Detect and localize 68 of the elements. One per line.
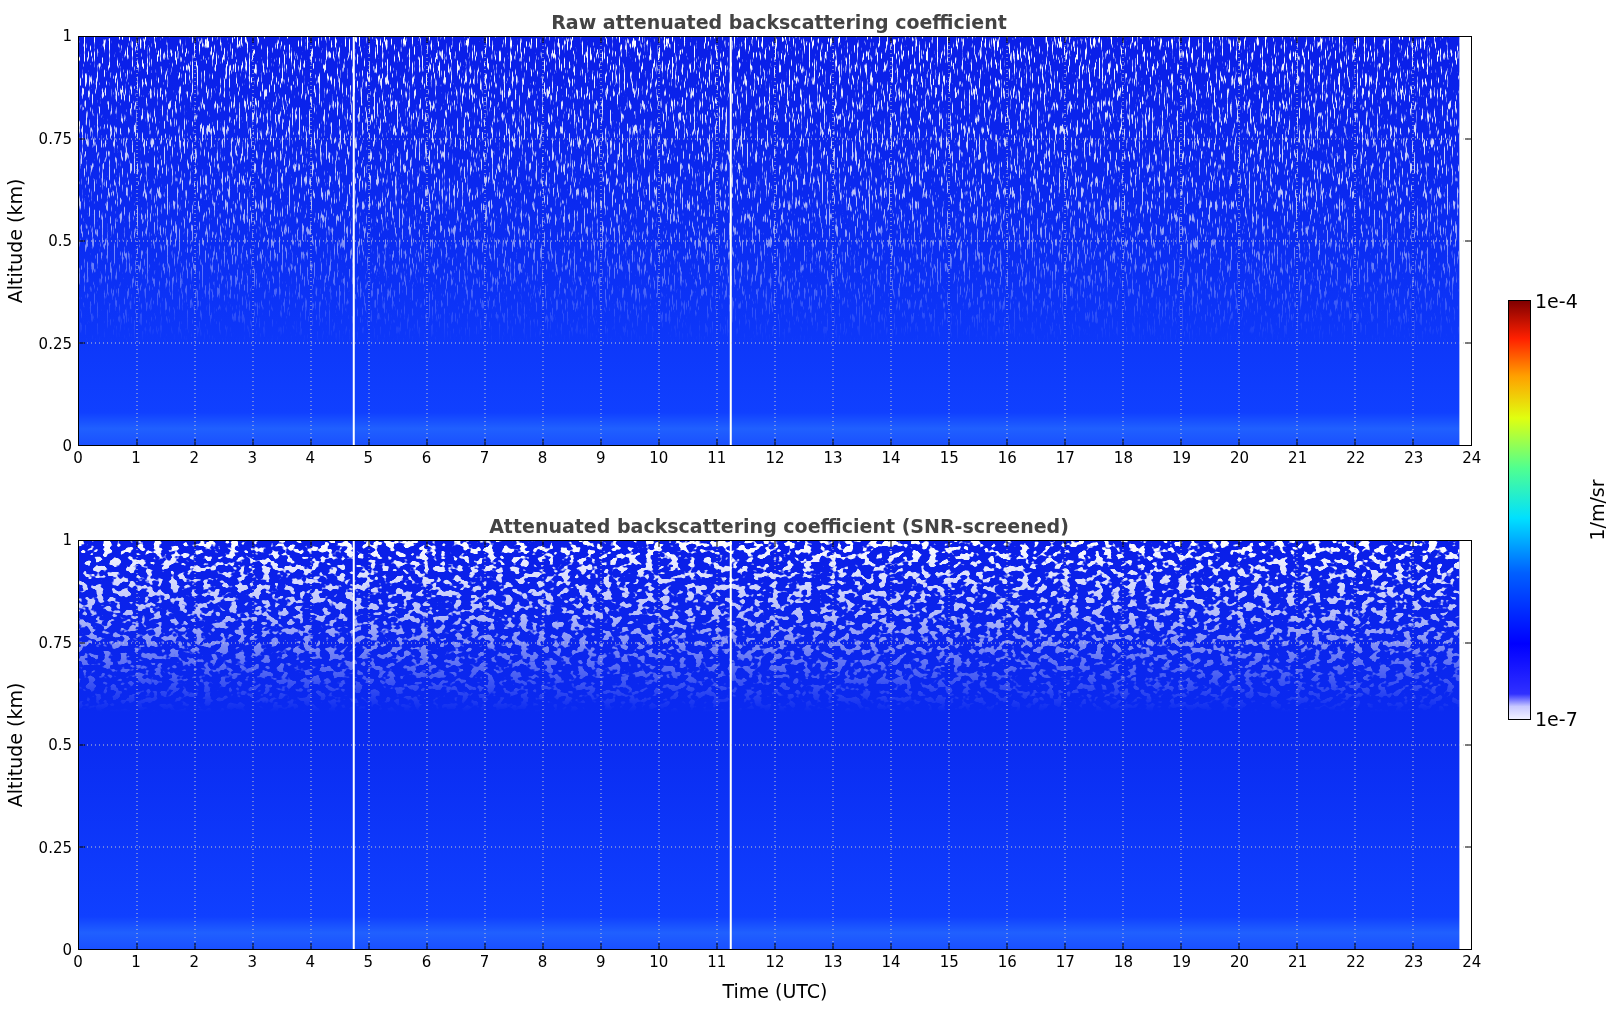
tick-label: 4 bbox=[304, 953, 317, 971]
tick-label: 12 bbox=[764, 953, 786, 971]
tick-label: 0.25 bbox=[38, 334, 72, 353]
tick-label: 15 bbox=[938, 953, 960, 971]
tick-label: 0 bbox=[62, 941, 72, 959]
tick-label: 0 bbox=[62, 437, 72, 455]
tick-label: 0.75 bbox=[38, 129, 72, 148]
tick-label: 13 bbox=[822, 953, 844, 971]
tick-label: 11 bbox=[706, 953, 728, 971]
tick-label: 18 bbox=[1112, 953, 1134, 971]
tick-label: 8 bbox=[536, 449, 549, 467]
tick-label: 0.5 bbox=[48, 736, 72, 754]
tick-label: 17 bbox=[1054, 953, 1076, 971]
tick-label: 3 bbox=[246, 953, 258, 971]
tick-label: 15 bbox=[938, 449, 960, 467]
colorbar-label: 1/m/sr bbox=[1585, 479, 1608, 541]
chart-title: Raw attenuated backscattering coefficient bbox=[550, 10, 1008, 35]
tick-label: 13 bbox=[822, 449, 844, 467]
tick-label: 12 bbox=[764, 449, 786, 467]
tick-label: 23 bbox=[1403, 449, 1425, 467]
tick-label: 9 bbox=[594, 953, 607, 971]
tick-label: 19 bbox=[1170, 449, 1193, 467]
tick-label: 16 bbox=[996, 449, 1018, 467]
tick-label: 0.75 bbox=[38, 633, 72, 652]
tick-label: 9 bbox=[594, 449, 607, 467]
tick-label: 6 bbox=[420, 953, 433, 971]
tick-label: 16 bbox=[996, 953, 1018, 971]
colorbar-min-label: 1e-7 bbox=[1535, 708, 1578, 730]
tick-label: 2 bbox=[188, 449, 200, 467]
tick-label: 1 bbox=[62, 531, 72, 549]
tick-label: 2 bbox=[188, 953, 200, 971]
tick-label: 10 bbox=[648, 953, 670, 971]
tick-label: 21 bbox=[1287, 953, 1309, 971]
tick-label: 1 bbox=[62, 27, 72, 45]
axis-label: Altitude (km) bbox=[4, 682, 26, 808]
tick-label: 0 bbox=[72, 953, 84, 971]
tick-label: 0.25 bbox=[38, 838, 72, 857]
axis-label: Time (UTC) bbox=[722, 980, 828, 1002]
tick-label: 20 bbox=[1229, 449, 1251, 467]
tick-label: 4 bbox=[304, 449, 317, 467]
tick-label: 1 bbox=[130, 953, 142, 971]
tick-label: 14 bbox=[880, 449, 902, 467]
tick-label: 3 bbox=[246, 449, 258, 467]
tick-label: 11 bbox=[706, 449, 728, 467]
tick-label: 7 bbox=[478, 953, 491, 971]
tick-label: 20 bbox=[1229, 953, 1251, 971]
tick-label: 14 bbox=[880, 953, 902, 971]
tick-label: 8 bbox=[536, 953, 549, 971]
tick-label: 5 bbox=[362, 953, 375, 971]
tick-label: 0.5 bbox=[48, 232, 72, 250]
tick-label: 23 bbox=[1403, 953, 1425, 971]
axis-label: Altitude (km) bbox=[4, 178, 26, 304]
tick-label: 22 bbox=[1345, 449, 1367, 467]
tick-label: 6 bbox=[420, 449, 433, 467]
tick-label: 17 bbox=[1054, 449, 1076, 467]
tick-label: 7 bbox=[478, 449, 491, 467]
tick-label: 24 bbox=[1461, 449, 1483, 467]
colorbar-max-label: 1e-4 bbox=[1535, 290, 1578, 312]
tick-label: 19 bbox=[1170, 953, 1193, 971]
tick-label: 21 bbox=[1287, 449, 1309, 467]
tick-label: 10 bbox=[648, 449, 670, 467]
tick-label: 0 bbox=[72, 449, 84, 467]
tick-label: 22 bbox=[1345, 953, 1367, 971]
chart-title: Attenuated backscattering coefficient (SNR-screened) bbox=[488, 514, 1070, 539]
tick-label: 18 bbox=[1112, 449, 1134, 467]
tick-label: 1 bbox=[130, 449, 142, 467]
tick-label: 5 bbox=[362, 449, 375, 467]
tick-label: 24 bbox=[1461, 953, 1483, 971]
